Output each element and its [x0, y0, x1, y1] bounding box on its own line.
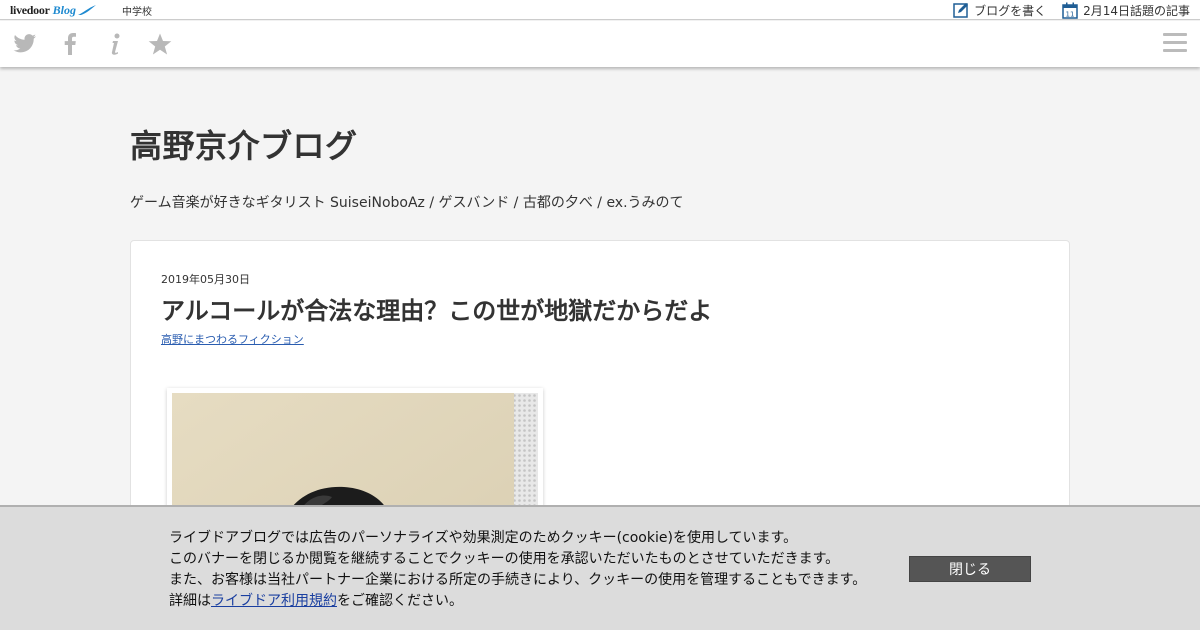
twitter-icon[interactable]: [12, 31, 38, 57]
topbar-right-links: ブログを書く 11 2月14日話題の記事: [953, 1, 1190, 19]
star-icon[interactable]: [147, 31, 173, 57]
blog-title[interactable]: 高野京介ブログ: [130, 121, 358, 167]
calendar-icon: 11: [1062, 2, 1078, 19]
trending-articles-link[interactable]: 11 2月14日話題の記事: [1062, 2, 1190, 19]
terms-of-use-link[interactable]: ライブドア利用規約: [211, 593, 337, 609]
bird-logo-icon: [77, 5, 96, 15]
cookie-banner: ライブドアブログでは広告のパーソナライズや効果測定のためクッキー(cookie)…: [0, 505, 1200, 630]
info-icon[interactable]: [102, 31, 128, 57]
cookie-text-line-1: ライブドアブログでは広告のパーソナライズや効果測定のためクッキー(cookie)…: [169, 530, 798, 546]
blog-description: ゲーム音楽が好きなギタリスト SuiseiNoboAz / ゲスバンド / 古都…: [130, 195, 684, 211]
logo-blog-text: Blog: [52, 2, 76, 17]
cookie-text-line-2: このバナーを閉じるか閲覧を継続することでクッキーの使用を承認いただいたものとさせ…: [169, 551, 840, 567]
livedoor-blog-logo[interactable]: livedoor Blog: [10, 2, 97, 18]
cookie-close-button[interactable]: 閉じる: [909, 556, 1031, 582]
pencil-edit-icon: [953, 3, 969, 18]
facebook-icon[interactable]: [57, 31, 83, 57]
share-bar: [0, 21, 1200, 67]
menu-icon[interactable]: [1163, 33, 1187, 55]
calendar-day-text: 11: [1066, 10, 1075, 18]
article-category-link[interactable]: 高野にまつわるフィクション: [161, 331, 304, 347]
cookie-text-line-3: また、お客様は当社パートナー企業における所定の手続きにより、クッキーの使用を管理…: [169, 572, 867, 588]
cookie-banner-text: ライブドアブログでは広告のパーソナライズや効果測定のためクッキー(cookie)…: [169, 528, 866, 612]
article-title[interactable]: アルコールが合法な理由？この世が地獄だからだよ: [161, 291, 712, 326]
article-date: 2019年05月30日: [161, 273, 250, 286]
cookie-details-suffix: をご確認ください。: [337, 593, 463, 609]
cookie-details-prefix: 詳細は: [169, 593, 211, 609]
logo-livedoor-text: livedoor: [10, 2, 50, 17]
trending-label: 2月14日話題の記事: [1083, 3, 1190, 18]
write-blog-link[interactable]: ブログを書く: [953, 2, 1046, 19]
livedoor-topbar: livedoor Blog 中学校 ブログを書く 11 2月14日話題の記事: [0, 0, 1200, 20]
write-blog-label: ブログを書く: [974, 3, 1047, 18]
cookie-text-line-4: 詳細はライブドア利用規約をご確認ください。: [169, 591, 866, 612]
blog-category-link[interactable]: 中学校: [122, 3, 152, 18]
